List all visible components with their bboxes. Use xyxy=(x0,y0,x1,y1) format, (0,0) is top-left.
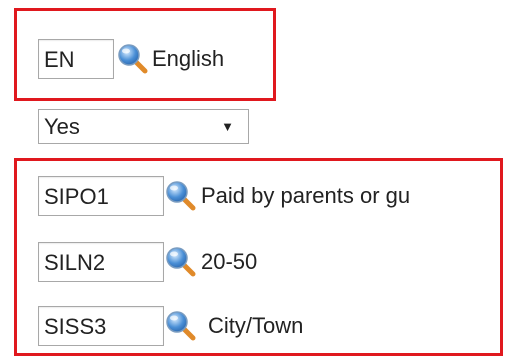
search-icon[interactable] xyxy=(164,245,198,279)
payment-row: Paid by parents or gu xyxy=(38,176,410,216)
yes-no-select[interactable]: Yes ▼ xyxy=(38,109,249,144)
search-icon[interactable] xyxy=(116,42,150,76)
area-code-input[interactable] xyxy=(38,306,164,346)
search-icon[interactable] xyxy=(164,179,198,213)
yes-no-selected-value: Yes xyxy=(44,113,80,139)
language-label: English xyxy=(152,46,225,71)
payment-label: Paid by parents or gu xyxy=(201,183,411,208)
income-code-input[interactable] xyxy=(38,242,164,282)
chevron-down-icon: ▼ xyxy=(221,119,234,134)
language-row: English xyxy=(38,39,224,79)
payment-code-input[interactable] xyxy=(38,176,164,216)
language-code-input[interactable] xyxy=(38,39,114,79)
area-label: City/Town xyxy=(208,313,304,338)
search-icon[interactable] xyxy=(164,309,198,343)
income-row: 20-50 xyxy=(38,242,257,282)
income-label: 20-50 xyxy=(201,249,258,274)
area-row: City/Town xyxy=(38,306,303,346)
